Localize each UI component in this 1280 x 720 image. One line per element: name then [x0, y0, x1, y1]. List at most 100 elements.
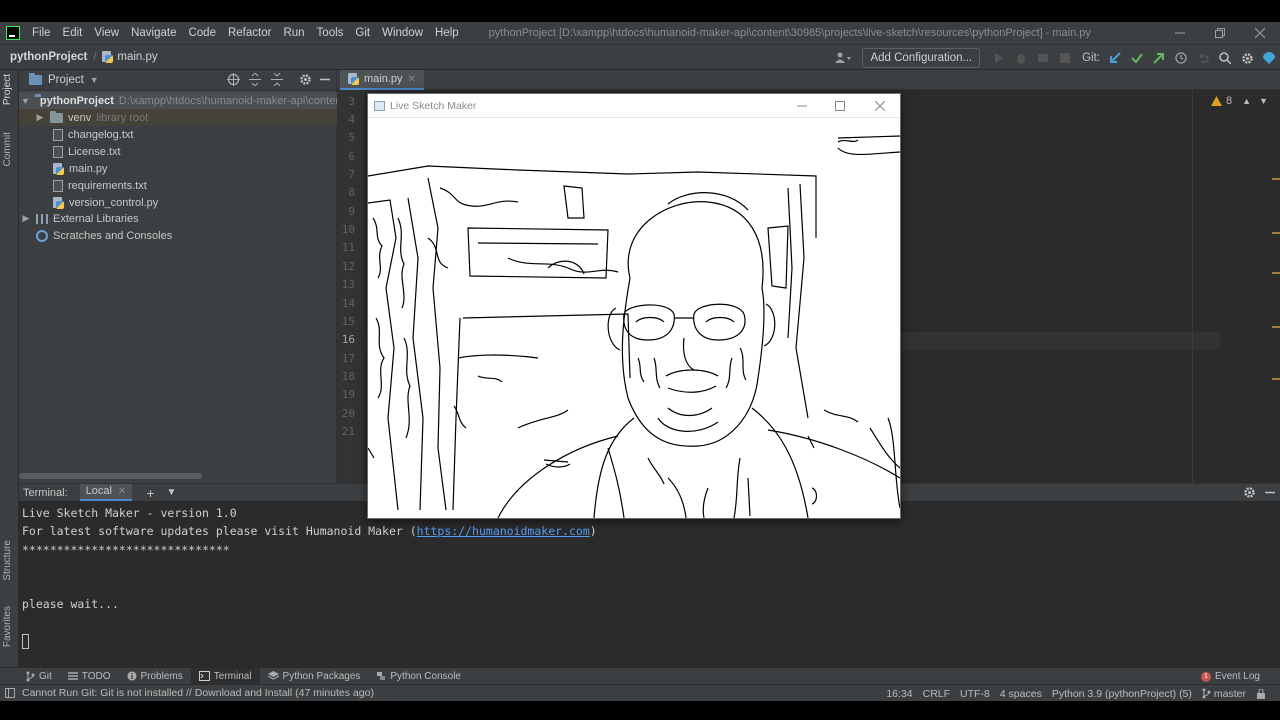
status-bar: Cannot Run Git: Git is not installed // … — [0, 684, 1280, 701]
python-file-icon — [102, 51, 114, 63]
git-commit-button[interactable] — [1126, 47, 1148, 69]
info-circle-icon — [127, 671, 136, 681]
search-everywhere-button[interactable] — [1214, 47, 1236, 69]
tree-item-label: changelog.txt — [68, 128, 134, 141]
lock-icon[interactable] — [1256, 688, 1266, 699]
jetbrains-plugin-button[interactable] — [1258, 47, 1280, 69]
git-tool-button[interactable]: Git — [18, 668, 60, 685]
tree-item-venv[interactable]: ▶ venv library root — [19, 109, 337, 126]
humanoid-maker-link[interactable]: https://humanoidmaker.com — [417, 524, 590, 538]
git-history-button[interactable] — [1170, 47, 1192, 69]
minimize-icon — [797, 105, 807, 107]
horizontal-scrollbar[interactable] — [19, 473, 202, 479]
line-number: 13 — [341, 278, 355, 291]
terminal-cursor[interactable] — [22, 634, 29, 649]
menu-window[interactable]: Window — [376, 22, 429, 44]
chevron-down-icon[interactable]: ▼ — [1259, 96, 1268, 106]
run-icon — [995, 53, 1004, 63]
add-configuration-button[interactable]: Add Configuration... — [862, 48, 981, 68]
tree-item-file[interactable]: main.py — [53, 160, 108, 177]
menu-navigate[interactable]: Navigate — [125, 22, 182, 44]
sketch-minimize-button[interactable] — [782, 94, 822, 118]
new-terminal-button[interactable]: + — [146, 485, 154, 501]
breadcrumb-project[interactable]: pythonProject — [10, 51, 87, 63]
tree-item-file[interactable]: requirements.txt — [53, 177, 147, 194]
bottom-black-band — [0, 701, 1280, 720]
sketch-maximize-button[interactable] — [820, 94, 860, 118]
hide-terminal-button[interactable] — [1264, 486, 1276, 499]
menu-tools[interactable]: Tools — [311, 22, 350, 44]
terminal-tab-local[interactable]: Local ✕ — [79, 483, 133, 501]
line-separator[interactable]: CRLF — [923, 688, 950, 700]
file-encoding[interactable]: UTF-8 — [960, 688, 990, 700]
menu-edit[interactable]: Edit — [57, 22, 89, 44]
user-account-button[interactable] — [832, 47, 854, 69]
close-window-button[interactable] — [1240, 22, 1280, 44]
breadcrumb-file[interactable]: main.py — [102, 51, 158, 63]
coverage-button[interactable] — [1032, 47, 1054, 69]
indentation[interactable]: 4 spaces — [1000, 688, 1042, 700]
event-log-button[interactable]: 1 Event Log — [1200, 668, 1260, 685]
terminal-options-dropdown[interactable]: ▼ — [167, 487, 177, 498]
menu-code[interactable]: Code — [182, 22, 222, 44]
minimize-button[interactable] — [1160, 22, 1200, 44]
toolbar-right: Add Configuration... Git: — [832, 45, 1280, 71]
tree-item-project-root[interactable]: ▼ pythonProject D:\xampp\htdocs\humanoid… — [19, 92, 348, 109]
close-tab-icon[interactable]: ✕ — [118, 483, 126, 500]
favorites-tool-tab[interactable]: Favorites — [2, 606, 13, 647]
python-interpreter[interactable]: Python 3.9 (pythonProject) (5) — [1052, 688, 1192, 700]
restore-button[interactable] — [1200, 22, 1240, 44]
menu-git[interactable]: Git — [349, 22, 376, 44]
settings-button[interactable] — [1236, 47, 1258, 69]
chevron-up-icon[interactable]: ▲ — [1242, 96, 1251, 106]
menu-view[interactable]: View — [88, 22, 125, 44]
commit-tool-tab[interactable]: Commit — [2, 132, 13, 166]
panel-options-button[interactable] — [299, 73, 312, 86]
live-sketch-window[interactable]: Live Sketch Maker — [367, 93, 901, 519]
git-update-button[interactable] — [1104, 47, 1126, 69]
sketch-close-button[interactable] — [860, 94, 900, 118]
run-button[interactable] — [988, 47, 1010, 69]
project-tool-tab[interactable]: Project — [2, 74, 13, 105]
debug-button[interactable] — [1010, 47, 1032, 69]
problems-tool-button[interactable]: Problems — [119, 668, 191, 685]
gear-icon — [300, 74, 311, 85]
terminal-tool-button[interactable]: Terminal — [190, 667, 260, 685]
tree-item-file[interactable]: License.txt — [53, 143, 121, 160]
menu-help[interactable]: Help — [429, 22, 465, 44]
locate-file-button[interactable] — [227, 73, 240, 86]
structure-tool-tab[interactable]: Structure — [2, 540, 13, 581]
python-packages-tool-button[interactable]: Python Packages — [260, 668, 369, 685]
git-rollback-button[interactable] — [1192, 47, 1214, 69]
todo-tool-button[interactable]: TODO — [60, 668, 119, 685]
caret-position[interactable]: 16:34 — [886, 688, 912, 700]
stop-button[interactable] — [1054, 47, 1076, 69]
hide-panel-button[interactable] — [319, 73, 331, 86]
expand-all-button[interactable] — [249, 73, 261, 86]
git-branch-widget[interactable]: master — [1202, 688, 1246, 700]
python-file-icon — [53, 196, 64, 209]
collapse-all-button[interactable] — [271, 73, 283, 86]
git-push-button[interactable] — [1148, 47, 1170, 69]
inspection-widget[interactable]: 8 ▲ ▼ — [1211, 95, 1268, 107]
tree-item-external-libraries[interactable]: ▶ External Libraries — [21, 210, 139, 227]
tree-item-file[interactable]: version_control.py — [53, 194, 158, 211]
menu-file[interactable]: File — [26, 22, 57, 44]
project-view-selector[interactable]: Project ▼ — [29, 72, 99, 86]
terminal-settings-button[interactable] — [1243, 486, 1256, 499]
sketch-window-title: Live Sketch Maker — [374, 100, 476, 112]
tree-item-scratches[interactable]: Scratches and Consoles — [36, 227, 172, 244]
python-console-tool-button[interactable]: Python Console — [368, 668, 469, 685]
status-message[interactable]: Cannot Run Git: Git is not installed // … — [22, 687, 374, 699]
sketch-window-titlebar[interactable]: Live Sketch Maker — [368, 94, 900, 118]
editor-tab-main-py[interactable]: main.py ✕ — [340, 70, 424, 90]
chevron-right-icon: ▶ — [22, 213, 30, 223]
left-tool-strip: Project Commit Structure Favorites — [0, 70, 19, 667]
tree-item-file[interactable]: changelog.txt — [53, 126, 133, 143]
close-tab-icon[interactable]: ✕ — [408, 74, 416, 85]
menu-refactor[interactable]: Refactor — [222, 22, 277, 44]
toggle-tool-windows-button[interactable] — [5, 688, 15, 698]
menu-run[interactable]: Run — [277, 22, 310, 44]
checkmark-icon — [1131, 53, 1143, 64]
line-number: 18 — [341, 370, 355, 383]
